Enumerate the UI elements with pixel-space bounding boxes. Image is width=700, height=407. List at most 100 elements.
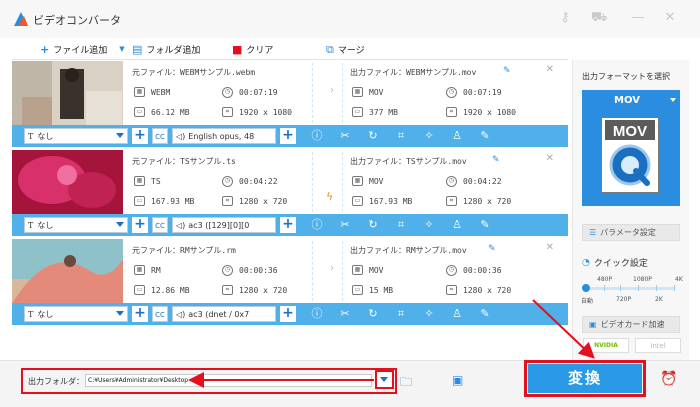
edit-name-icon[interactable]: ✎ [503, 66, 511, 76]
remove-file-icon[interactable]: ✕ [546, 153, 554, 164]
slider-label-2k: 2K [655, 296, 663, 303]
edit-icon[interactable]: ✎ [478, 129, 492, 143]
convert-button[interactable]: 変換 [528, 364, 642, 393]
edit-name-icon[interactable]: ✎ [488, 244, 496, 254]
crop-icon[interactable]: ⌗ [394, 218, 408, 232]
cc-button[interactable]: CC [152, 306, 168, 322]
close-icon[interactable]: ✕ [662, 10, 678, 26]
source-size-value: 167.93 MB [151, 196, 195, 206]
file-icon: ▭ [134, 107, 145, 117]
rotate-icon[interactable]: ↻ [366, 307, 380, 321]
nvidia-badge: NVIDIA [583, 338, 629, 353]
clock-icon: ◷ [446, 265, 457, 276]
add-folder-button[interactable]: ▤ フォルダ追加 [132, 42, 200, 56]
cut-icon[interactable]: ✂ [338, 307, 352, 321]
audio-value: ac3 ([129][0][0 [188, 220, 250, 230]
source-format: ▦ TS [134, 176, 161, 186]
clock-icon: ◷ [222, 265, 233, 276]
clock-icon: ◷ [222, 87, 233, 98]
row-toolbar: T なし + CC ◁) ac3 (dnet / 0x7 + ⓘ ✂ ↻ ⌗ ✧ ♙… [12, 303, 568, 325]
file-row: 元ファイル：WEBMサンプル.webm ▦ WEBM ◷ 00:07:19 ▭ 66.… [12, 61, 568, 149]
output-folder-path[interactable]: C:¥Users¥Administrator¥Desktop [85, 374, 372, 387]
remove-file-icon[interactable]: ✕ [546, 242, 554, 253]
add-audio-button[interactable]: + [280, 306, 296, 322]
source-format-value: WEBM [151, 87, 171, 97]
info-icon[interactable]: ⓘ [310, 129, 324, 143]
output-duration: ◷ 00:00:36 [446, 265, 502, 276]
rotate-icon[interactable]: ↻ [366, 129, 380, 143]
slider-label-480p: 480P [597, 276, 613, 283]
row-divider [342, 152, 343, 212]
output-folder-icon[interactable]: ▣ [452, 373, 463, 387]
add-subtitle-button[interactable]: + [132, 217, 148, 233]
subtitle-value: なし [37, 309, 54, 319]
output-duration: ◷ 00:04:22 [446, 176, 502, 187]
audio-select[interactable]: ◁) ac3 (dnet / 0x7 [172, 306, 276, 322]
output-filename: 出力ファイル：RMサンプル.mov [350, 246, 467, 255]
minimize-icon[interactable]: — [630, 10, 646, 26]
parameter-settings-button[interactable]: ☰ パラメータ設定 [582, 224, 680, 241]
crop-icon[interactable]: ⌗ [394, 307, 408, 321]
effect-wand-icon[interactable]: ✧ [422, 307, 436, 321]
rotate-icon[interactable]: ↻ [366, 218, 380, 232]
cut-icon[interactable]: ✂ [338, 129, 352, 143]
merge-button[interactable]: ⧉ マージ [326, 42, 365, 56]
subtitle-select[interactable]: T なし [24, 217, 128, 233]
source-size-value: 12.86 MB [151, 285, 190, 295]
edit-icon[interactable]: ✎ [478, 218, 492, 232]
add-subtitle-button[interactable]: + [132, 128, 148, 144]
subtitle-value: なし [37, 131, 54, 141]
source-resolution-value: 1280 x 720 [239, 285, 288, 295]
add-subtitle-button[interactable]: + [132, 306, 148, 322]
output-info: 出力ファイル：TSサンプル.mov ▦ MOV ◷ 00:04:22 ▭ 167.93… [350, 150, 550, 214]
video-thumbnail[interactable] [12, 239, 123, 303]
remove-file-icon[interactable]: ✕ [546, 64, 554, 75]
add-file-button[interactable]: + ファイル追加 ▼ [40, 42, 125, 56]
open-folder-icon[interactable]: 🗀 [400, 373, 412, 394]
merge-label: マージ [337, 45, 365, 56]
quality-slider[interactable] [587, 287, 675, 290]
effect-wand-icon[interactable]: ✧ [422, 129, 436, 143]
source-size-value: 66.12 MB [151, 107, 190, 117]
app-logo-icon [14, 12, 28, 26]
crop-icon[interactable]: ⌗ [394, 129, 408, 143]
watermark-stamp-icon[interactable]: ♙ [450, 129, 464, 143]
quality-slider-handle[interactable] [582, 284, 590, 292]
subtitle-select[interactable]: T なし [24, 128, 128, 144]
cut-icon[interactable]: ✂ [338, 218, 352, 232]
chevron-down-icon[interactable]: ▼ [119, 45, 124, 53]
gpu-acceleration-button[interactable]: ▣ ビデオカード加速 [582, 316, 680, 333]
edit-name-icon[interactable]: ✎ [492, 155, 500, 165]
resolution-icon: ⌗ [446, 107, 457, 117]
source-filename: 元ファイル：TSサンプル.ts [132, 157, 236, 166]
output-format-value: MOV [369, 176, 384, 186]
clear-button[interactable]: ■ クリア [232, 42, 273, 56]
speaker-icon: ◁) [176, 131, 186, 141]
video-thumbnail[interactable] [12, 61, 123, 125]
video-thumbnail[interactable] [12, 150, 123, 214]
watermark-stamp-icon[interactable]: ♙ [450, 307, 464, 321]
audio-select[interactable]: ◁) English opus, 48 [172, 128, 276, 144]
cart-icon[interactable]: ⛟ [591, 10, 607, 26]
output-format-value: MOV [369, 87, 384, 97]
output-folder-label: 出力フォルダ： [28, 377, 84, 386]
cc-button[interactable]: CC [152, 217, 168, 233]
row-divider [342, 63, 343, 123]
add-file-label: ファイル追加 [53, 45, 108, 56]
alarm-clock-icon[interactable]: ⏰ [660, 371, 677, 387]
key-icon[interactable]: ⚷ [557, 10, 573, 26]
parameter-settings-label: パラメータ設定 [600, 228, 656, 237]
add-audio-button[interactable]: + [280, 217, 296, 233]
add-audio-button[interactable]: + [280, 128, 296, 144]
audio-select[interactable]: ◁) ac3 ([129][0][0 [172, 217, 276, 233]
cc-button[interactable]: CC [152, 128, 168, 144]
info-icon[interactable]: ⓘ [310, 307, 324, 321]
effect-wand-icon[interactable]: ✧ [422, 218, 436, 232]
slider-label-4k: 4K [675, 276, 683, 283]
clock-icon: ◷ [446, 176, 457, 187]
watermark-stamp-icon[interactable]: ♙ [450, 218, 464, 232]
file-row: 元ファイル：TSサンプル.ts ▦ TS ◷ 00:04:22 ▭ 167.93 MB… [12, 150, 568, 238]
info-icon[interactable]: ⓘ [310, 218, 324, 232]
edit-icon[interactable]: ✎ [478, 307, 492, 321]
subtitle-select[interactable]: T なし [24, 306, 128, 322]
